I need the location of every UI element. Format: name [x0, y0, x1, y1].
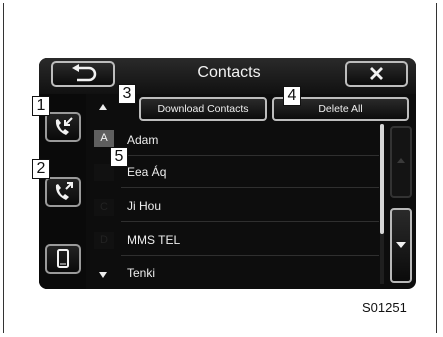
contact-row[interactable]: Ji Hou: [121, 190, 379, 222]
alpha-letter-d[interactable]: D: [94, 232, 114, 249]
contact-row[interactable]: Adam: [121, 124, 379, 156]
outgoing-call-history-button[interactable]: [45, 177, 81, 207]
outgoing-call-history-icon: [55, 182, 73, 200]
back-button[interactable]: [51, 61, 115, 87]
page-down-button[interactable]: [390, 208, 412, 283]
history-side-column: [39, 94, 86, 289]
contacts-screen: Contacts A C D Download Contacts Delete …: [39, 58, 416, 289]
alpha-letter-c[interactable]: C: [94, 199, 114, 216]
phone-contacts-icon: [57, 249, 69, 268]
close-x-icon: [370, 67, 383, 80]
page-title: Contacts: [197, 64, 261, 81]
contact-row[interactable]: MMS TEL: [121, 224, 379, 256]
alpha-letter-a[interactable]: A: [94, 130, 114, 147]
callout-3: 3: [118, 84, 136, 104]
callout-1: 1: [32, 96, 50, 116]
phone-contacts-button[interactable]: [45, 244, 81, 274]
close-button[interactable]: [345, 61, 408, 87]
figure-code: S01251: [362, 300, 407, 315]
up-arrow-icon: [397, 158, 405, 163]
download-contacts-button[interactable]: Download Contacts: [139, 97, 267, 121]
top-bar: Contacts: [39, 58, 416, 94]
page-up-button[interactable]: [390, 126, 412, 198]
down-arrow-icon: [396, 242, 406, 248]
scroll-thumb[interactable]: [380, 124, 384, 234]
alphabet-index: A C D: [87, 94, 120, 289]
alphabet-up-arrow-icon[interactable]: [99, 104, 107, 110]
scrollbar[interactable]: [380, 124, 384, 284]
alphabet-down-arrow-icon[interactable]: [99, 272, 107, 278]
contact-row[interactable]: Tenki: [121, 257, 379, 289]
contact-row[interactable]: Eea Áq: [121, 156, 379, 188]
contacts-list: Adam Eea Áq Ji Hou MMS TEL Tenki: [121, 124, 379, 289]
callout-2: 2: [32, 159, 50, 179]
callout-5: 5: [110, 147, 128, 167]
incoming-call-history-button[interactable]: [45, 112, 81, 142]
incoming-call-history-icon: [55, 117, 73, 135]
return-arrow-icon: [72, 64, 97, 82]
callout-4: 4: [283, 86, 301, 106]
